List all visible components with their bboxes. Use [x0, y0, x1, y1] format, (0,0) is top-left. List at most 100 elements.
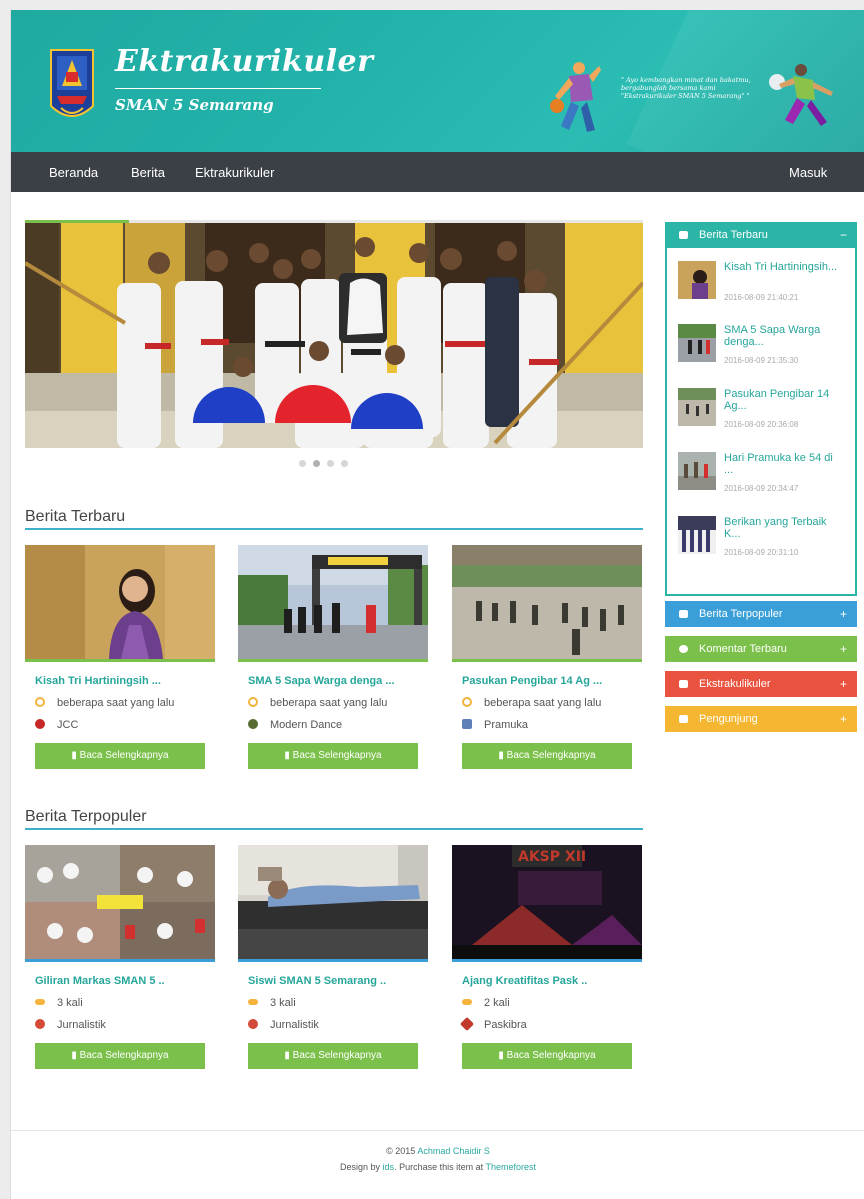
panel-title: Berita Terpopuler [699, 608, 783, 620]
read-more-button[interactable]: ▮ Baca Selengkapnya [248, 1043, 418, 1069]
news-title[interactable]: SMA 5 Sapa Warga denga ... [248, 675, 395, 687]
sidebar-news-date: 2016-08-09 20:36:08 [724, 420, 799, 429]
news-category: Paskibra [459, 1016, 527, 1032]
category-label: Jurnalistik [57, 1019, 106, 1031]
author-link[interactable]: Achmad Chaidir S [417, 1146, 490, 1156]
button-label: Baca Selengkapnya [292, 750, 382, 761]
news-thumbnail[interactable] [452, 545, 642, 659]
thumbnail-accent [25, 959, 215, 962]
news-views: 3 kali [35, 997, 83, 1009]
slider-dots [299, 458, 355, 470]
hero-slider-image[interactable] [25, 223, 643, 448]
sidebar-extracurricular-header[interactable]: Ekstrakulikuler + [665, 671, 857, 697]
sidebar-comments-header[interactable]: Komentar Terbaru + [665, 636, 857, 662]
nav-item-beranda[interactable]: Beranda [49, 165, 98, 180]
design-by-text: Design by [340, 1162, 381, 1172]
news-category: JCC [35, 719, 78, 731]
eye-icon [35, 999, 45, 1005]
button-label: Baca Selengkapnya [506, 750, 596, 761]
read-more-button[interactable]: ▮ Baca Selengkapnya [248, 743, 418, 769]
expand-icon[interactable]: + [840, 601, 847, 627]
button-label: Baca Selengkapnya [79, 750, 169, 761]
sidebar-thumbnail [678, 261, 716, 299]
news-title[interactable]: Pasukan Pengibar 14 Ag ... [462, 675, 602, 687]
jcc-icon [35, 719, 45, 729]
sidebar-thumbnail [678, 324, 716, 362]
sidebar-news-item[interactable]: SMA 5 Sapa Warga denga... 2016-08-09 21:… [678, 324, 858, 374]
sidebar-popular-header[interactable]: Berita Terpopuler + [665, 601, 857, 627]
slider-dot-3[interactable] [327, 460, 334, 467]
read-more-button[interactable]: ▮ Baca Selengkapnya [35, 743, 205, 769]
tag-icon [679, 231, 688, 239]
news-thumbnail[interactable]: AKSP XII [452, 845, 642, 959]
tag-icon [679, 610, 688, 618]
sidebar-news-date: 2016-08-09 20:31:10 [724, 548, 799, 557]
sidebar-news-title[interactable]: Hari Pramuka ke 54 di ... [724, 452, 844, 476]
ids-link[interactable]: ids [383, 1162, 395, 1172]
sidebar-news-item[interactable]: Hari Pramuka ke 54 di ... 2016-08-09 20:… [678, 452, 858, 502]
jurnalistik-icon [248, 1019, 258, 1029]
sidebar-visitors-header[interactable]: Pengunjung + [665, 706, 857, 732]
login-link[interactable]: Masuk [789, 165, 827, 180]
site-title[interactable]: Ektrakurikuler [115, 44, 373, 79]
school-logo[interactable] [49, 46, 95, 128]
eye-icon [248, 999, 258, 1005]
footer-copyright: © 2015 Achmad Chaidir S [11, 1146, 864, 1156]
site-subtitle: SMAN 5 Semarang [115, 96, 274, 114]
collapse-icon[interactable]: − [840, 222, 847, 248]
section-title-popular: Berita Terpopuler [25, 808, 147, 825]
jurnalistik-icon [35, 1019, 45, 1029]
expand-icon[interactable]: + [840, 671, 847, 697]
sidebar-news-title[interactable]: SMA 5 Sapa Warga denga... [724, 324, 844, 348]
time-label: beberapa saat yang lalu [57, 697, 175, 709]
slider-dot-4[interactable] [341, 460, 348, 467]
sidebar-news-title[interactable]: Pasukan Pengibar 14 Ag... [724, 388, 844, 412]
expand-icon[interactable]: + [840, 636, 847, 662]
footer-divider [11, 1130, 864, 1131]
themeforest-link[interactable]: Themeforest [485, 1162, 536, 1172]
news-category: Jurnalistik [248, 1019, 319, 1031]
news-title[interactable]: Siswi SMAN 5 Semarang .. [248, 975, 386, 987]
news-title[interactable]: Ajang Kreatifitas Pask .. [462, 975, 587, 987]
modern-dance-icon [248, 719, 258, 729]
nav-item-ektrakurikuler[interactable]: Ektrakurikuler [195, 165, 274, 180]
views-label: 3 kali [270, 997, 296, 1009]
main-nav: Beranda Berita Ektrakurikuler Masuk [11, 152, 864, 192]
clock-icon [462, 697, 472, 707]
sidebar-news-date: 2016-08-09 21:35:30 [724, 356, 799, 365]
read-more-button[interactable]: ▮ Baca Selengkapnya [462, 1043, 632, 1069]
sidebar-thumbnail [678, 516, 716, 554]
expand-icon[interactable]: + [840, 706, 847, 732]
panel-title: Berita Terbaru [699, 229, 768, 241]
news-card: Kisah Tri Hartiningsih ... beberapa saat… [25, 545, 215, 769]
news-card: Pasukan Pengibar 14 Ag ... beberapa saat… [452, 545, 642, 769]
news-thumbnail[interactable] [238, 845, 428, 959]
news-title[interactable]: Kisah Tri Hartiningsih ... [35, 675, 161, 687]
sidebar-news-title[interactable]: Berikan yang Terbaik K... [724, 516, 844, 540]
title-divider [115, 88, 321, 89]
news-views: 3 kali [248, 997, 296, 1009]
news-card: Giliran Markas SMAN 5 .. 3 kali Jurnalis… [25, 845, 215, 1069]
news-title[interactable]: Giliran Markas SMAN 5 .. [35, 975, 165, 987]
sidebar-news-item[interactable]: Kisah Tri Hartiningsih... 2016-08-09 21:… [678, 261, 858, 311]
clock-icon [248, 697, 258, 707]
news-category: Modern Dance [248, 719, 342, 731]
section-divider [25, 828, 643, 830]
news-thumbnail[interactable] [25, 545, 215, 659]
category-label: Pramuka [484, 719, 529, 731]
slider-dot-1[interactable] [299, 460, 306, 467]
eye-icon [462, 999, 472, 1005]
nav-item-berita[interactable]: Berita [131, 165, 165, 180]
news-thumbnail[interactable] [238, 545, 428, 659]
sidebar-news-item[interactable]: Pasukan Pengibar 14 Ag... 2016-08-09 20:… [678, 388, 858, 438]
sidebar-news-title[interactable]: Kisah Tri Hartiningsih... [724, 261, 844, 273]
page: Ektrakurikuler SMAN 5 Semarang " Ayo kem… [10, 10, 864, 1199]
read-more-button[interactable]: ▮ Baca Selengkapnya [35, 1043, 205, 1069]
sidebar-news-item[interactable]: Berikan yang Terbaik K... 2016-08-09 20:… [678, 516, 858, 566]
button-label: Baca Selengkapnya [506, 1050, 596, 1061]
section-divider [25, 528, 643, 530]
slider-dot-2[interactable] [313, 460, 320, 467]
news-thumbnail[interactable] [25, 845, 215, 959]
sidebar-latest-header[interactable]: Berita Terbaru − [665, 222, 857, 248]
read-more-button[interactable]: ▮ Baca Selengkapnya [462, 743, 632, 769]
